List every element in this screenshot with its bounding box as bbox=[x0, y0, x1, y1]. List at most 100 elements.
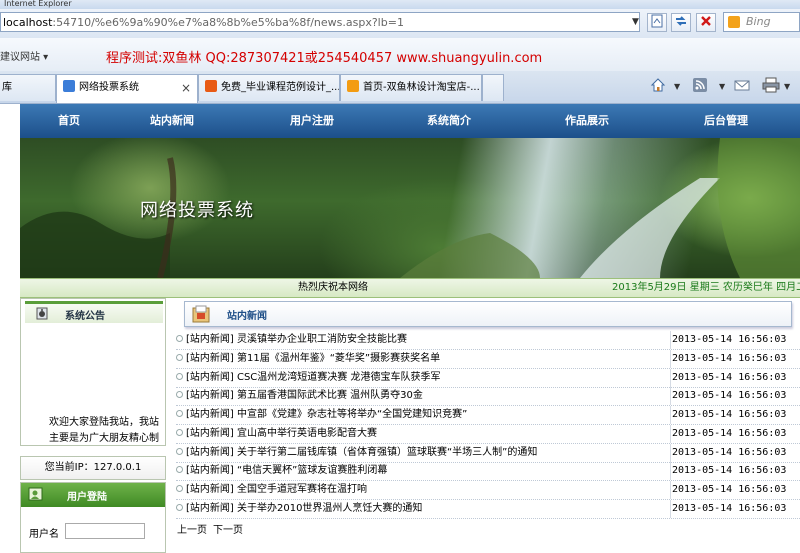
refresh-icon[interactable] bbox=[671, 13, 691, 32]
news-row[interactable]: [站内新闻] 第11届《温州年鉴》“菱华奖”摄影赛获奖名单 2013-05-14… bbox=[176, 350, 800, 369]
news-title-link[interactable]: [站内新闻] “电信天翼杯”篮球友谊赛胜利闭幕 bbox=[186, 463, 387, 479]
bullet-icon bbox=[176, 466, 183, 473]
banner-title: 网络投票系统 bbox=[140, 200, 254, 221]
suggested-sites-button[interactable]: 建议网站 ▾ bbox=[0, 48, 48, 63]
window-title: Internet Explorer bbox=[4, 0, 72, 8]
tab-label: 免费_毕业课程范例设计_... bbox=[221, 82, 340, 93]
bullet-icon bbox=[176, 391, 183, 398]
feeds-dropdown-icon[interactable]: ▼ bbox=[719, 77, 725, 97]
waterfall-scene-image bbox=[20, 138, 800, 278]
news-row[interactable]: [站内新闻] 灵溪镇举办企业职工消防安全技能比赛 2013-05-14 16:5… bbox=[176, 331, 800, 350]
notice-text: 欢迎大家登陆我站，我站主要是为广大朋友精心制 bbox=[49, 417, 159, 444]
news-section-title: 站内新闻 bbox=[227, 311, 267, 322]
tab-vote-system[interactable]: 网络投票系统 × bbox=[56, 74, 198, 103]
bullet-icon bbox=[176, 504, 183, 511]
news-time: 2013-05-14 16:56:03 bbox=[672, 484, 787, 495]
marquee-bar: 热烈庆祝本网络 2013年5月29日 星期三 农历癸巳年 四月二十 bbox=[20, 278, 800, 298]
search-placeholder: Bing bbox=[746, 15, 771, 28]
nav-about[interactable]: 系统简介 bbox=[427, 104, 471, 138]
news-row[interactable]: [站内新闻] “电信天翼杯”篮球友谊赛胜利闭幕 2013-05-14 16:56… bbox=[176, 462, 800, 481]
search-box[interactable]: Bing bbox=[723, 12, 800, 32]
rss-page-icon bbox=[347, 80, 359, 92]
news-title-link[interactable]: [站内新闻] 宜山高中举行英语电影配音大赛 bbox=[186, 426, 377, 442]
news-time: 2013-05-14 16:56:03 bbox=[672, 390, 787, 401]
tab-label: 首页-双鱼林设计淘宝店-... bbox=[363, 82, 480, 93]
username-input[interactable] bbox=[65, 523, 145, 539]
notice-header: 系统公告 bbox=[25, 301, 163, 323]
home-icon[interactable] bbox=[650, 77, 666, 97]
news-time: 2013-05-14 16:56:03 bbox=[672, 447, 787, 458]
news-row[interactable]: [站内新闻] CSC温州龙湾短道赛决赛 龙港德宝车队获季军 2013-05-14… bbox=[176, 369, 800, 388]
tab-library[interactable]: 库 bbox=[0, 74, 56, 101]
news-title-link[interactable]: [站内新闻] 第五届香港国际武术比赛 温州队勇夺30金 bbox=[186, 388, 423, 404]
news-time: 2013-05-14 16:56:03 bbox=[672, 428, 787, 439]
tab-label: 网络投票系统 bbox=[79, 82, 139, 93]
news-time: 2013-05-14 16:56:03 bbox=[672, 503, 787, 514]
bullet-icon bbox=[176, 335, 183, 342]
bullet-icon bbox=[176, 485, 183, 492]
nav-works[interactable]: 作品展示 bbox=[565, 104, 609, 138]
new-tab-button[interactable] bbox=[482, 74, 504, 101]
username-label: 用户名 bbox=[29, 529, 59, 540]
news-row[interactable]: [站内新闻] 第五届香港国际武术比赛 温州队勇夺30金 2013-05-14 1… bbox=[176, 387, 800, 406]
stop-icon[interactable] bbox=[696, 13, 716, 32]
news-row[interactable]: [站内新闻] 关于举行第二届钱库镇（省体育强镇）篮球联赛“半场三人制”的通知 2… bbox=[176, 444, 800, 463]
news-row[interactable]: [站内新闻] 全国空手道冠军赛将在温打响 2013-05-14 16:56:03 bbox=[176, 481, 800, 500]
notice-panel: 系统公告 欢迎大家登陆我站，我站主要是为广大朋友精心制 bbox=[20, 298, 166, 446]
bullet-icon bbox=[176, 410, 183, 417]
home-dropdown-icon[interactable]: ▼ bbox=[674, 77, 680, 97]
address-host: localhost bbox=[3, 16, 53, 29]
news-title-link[interactable]: [站内新闻] 关于举办2010世界温州人烹饪大赛的通知 bbox=[186, 501, 422, 517]
tab-strip: 库 网络投票系统 × 免费_毕业课程范例设计_... 首页-双鱼林设计淘宝店-.… bbox=[0, 71, 800, 104]
favorites-banner-text: 程序测试:双鱼林 QQ:287307421或254540457 www.shua… bbox=[106, 51, 543, 66]
news-panel: 站内新闻 [站内新闻] 灵溪镇举办企业职工消防安全技能比赛 2013-05-14… bbox=[170, 298, 800, 553]
main-nav: 首页 站内新闻 用户注册 系统简介 作品展示 后台管理 bbox=[20, 104, 800, 138]
prev-page-link[interactable]: 上一页 bbox=[177, 525, 207, 536]
news-title-link[interactable]: [站内新闻] 关于举行第二届钱库镇（省体育强镇）篮球联赛“半场三人制”的通知 bbox=[186, 445, 537, 461]
site-banner: 网络投票系统 bbox=[20, 138, 800, 278]
news-title-link[interactable]: [站内新闻] 中宣部《党建》杂志社等将举办“全国党建知识竞赛” bbox=[186, 407, 467, 423]
marquee-text: 热烈庆祝本网络 bbox=[298, 282, 368, 293]
bullet-icon bbox=[176, 448, 183, 455]
bullet-icon bbox=[176, 354, 183, 361]
news-time: 2013-05-14 16:56:03 bbox=[672, 465, 787, 476]
next-page-link[interactable]: 下一页 bbox=[213, 525, 243, 536]
login-header: 用户登陆 bbox=[21, 483, 165, 507]
nav-register[interactable]: 用户注册 bbox=[290, 104, 334, 138]
address-bar[interactable]: localhost:54710/%e6%9a%90%e7%a8%8b%e5%ba… bbox=[0, 12, 640, 32]
news-title-link[interactable]: [站内新闻] 灵溪镇举办企业职工消防安全技能比赛 bbox=[186, 332, 407, 348]
pager: 上一页 下一页 bbox=[177, 521, 249, 536]
address-dropdown-icon[interactable]: ▼ bbox=[632, 12, 642, 32]
close-tab-icon[interactable]: × bbox=[181, 75, 191, 101]
user-card-icon bbox=[28, 487, 43, 501]
print-dropdown-icon[interactable]: ▼ bbox=[784, 77, 790, 97]
taobao-page-icon bbox=[205, 80, 217, 92]
speaker-icon bbox=[36, 307, 48, 320]
print-icon[interactable] bbox=[762, 77, 780, 97]
news-title-link[interactable]: [站内新闻] 第11届《温州年鉴》“菱华奖”摄影赛获奖名单 bbox=[186, 351, 440, 367]
compatibility-view-icon[interactable] bbox=[647, 13, 667, 32]
news-folder-icon bbox=[192, 305, 210, 323]
window-title-bar: Internet Explorer bbox=[0, 0, 800, 9]
nav-news[interactable]: 站内新闻 bbox=[150, 104, 194, 138]
ip-display: 您当前IP：127.0.0.1 bbox=[20, 456, 166, 480]
news-title-link[interactable]: [站内新闻] CSC温州龙湾短道赛决赛 龙港德宝车队获季军 bbox=[186, 370, 440, 386]
news-row[interactable]: [站内新闻] 中宣部《党建》杂志社等将举办“全国党建知识竞赛” 2013-05-… bbox=[176, 406, 800, 425]
nav-home[interactable]: 首页 bbox=[58, 104, 80, 138]
tab-shop-home[interactable]: 首页-双鱼林设计淘宝店-... bbox=[340, 74, 482, 101]
feeds-icon[interactable] bbox=[692, 77, 708, 97]
notice-title: 系统公告 bbox=[65, 311, 105, 322]
mail-icon[interactable] bbox=[734, 77, 750, 97]
news-title-link[interactable]: [站内新闻] 全国空手道冠军赛将在温打响 bbox=[186, 482, 367, 498]
news-row[interactable]: [站内新闻] 宜山高中举行英语电影配音大赛 2013-05-14 16:56:0… bbox=[176, 425, 800, 444]
tab-course-design[interactable]: 免费_毕业课程范例设计_... bbox=[198, 74, 340, 101]
bing-icon bbox=[728, 16, 740, 28]
login-panel: 用户登陆 用户名 bbox=[20, 482, 166, 553]
nav-admin[interactable]: 后台管理 bbox=[704, 104, 748, 138]
news-row[interactable]: [站内新闻] 关于举办2010世界温州人烹饪大赛的通知 2013-05-14 1… bbox=[176, 500, 800, 519]
news-time: 2013-05-14 16:56:03 bbox=[672, 372, 787, 383]
bullet-icon bbox=[176, 373, 183, 380]
address-path: :54710/%e6%9a%90%e7%a8%8b%e5%ba%8f/news.… bbox=[52, 16, 404, 29]
news-time: 2013-05-14 16:56:03 bbox=[672, 409, 787, 420]
bullet-icon bbox=[176, 429, 183, 436]
